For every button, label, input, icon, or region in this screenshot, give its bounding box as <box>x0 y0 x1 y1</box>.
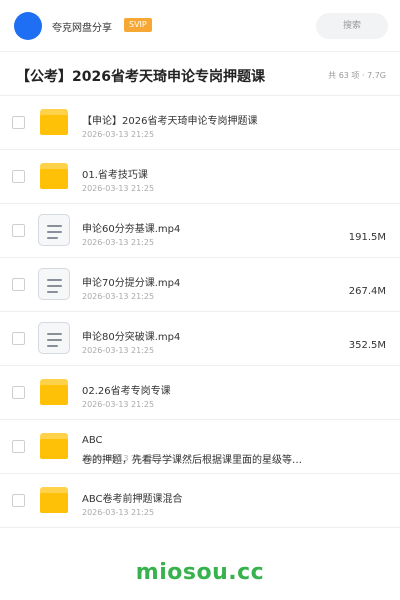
select-checkbox[interactable] <box>12 386 25 399</box>
item-date: 2026-03-13 21:25 <box>82 184 155 193</box>
item-name: 01.省考技巧课 <box>82 170 148 181</box>
select-checkbox[interactable] <box>12 332 25 345</box>
item-size: 352.5M <box>348 340 386 351</box>
list-item[interactable]: ABC 2026-03-13 21:25 卷的押题，先看导学课然后根据课里面的星… <box>0 420 400 474</box>
item-date: 2026-03-13 21:25 <box>82 508 155 517</box>
document-icon <box>38 322 70 354</box>
document-icon <box>38 214 70 246</box>
select-checkbox[interactable] <box>12 494 25 507</box>
item-name: 02.26省考专岗专课 <box>82 386 171 397</box>
select-checkbox[interactable] <box>12 224 25 237</box>
list-item[interactable]: 申论80分突破课.mp4 2026-03-13 21:25 352.5M <box>0 312 400 366</box>
item-name-continued: 卷的押题，先看导学课然后根据课里面的星级等… <box>82 455 302 466</box>
watermark: miosou.cc <box>135 560 265 585</box>
avatar[interactable] <box>14 12 42 40</box>
folder-header: 【公考】2026省考天琦申论专岗押题课 共 63 项 · 7.7G <box>0 56 400 96</box>
list-item[interactable]: 申论60分夯基课.mp4 2026-03-13 21:25 191.5M <box>0 204 400 258</box>
item-size: 267.4M <box>348 286 386 297</box>
folder-meta: 共 63 项 · 7.7G <box>328 71 386 80</box>
file-list: 【申论】2026省考天琦申论专岗押题课 2026-03-13 21:25 01.… <box>0 96 400 528</box>
folder-icon <box>38 485 70 515</box>
select-checkbox[interactable] <box>12 278 25 291</box>
item-name: ABC卷考前押题课混合 <box>82 494 183 505</box>
select-checkbox[interactable] <box>12 116 25 129</box>
page-title: 【公考】2026省考天琦申论专岗押题课 <box>16 69 265 85</box>
item-date: 2026-03-13 21:25 <box>82 346 155 355</box>
item-date: 2026-03-13 21:25 <box>82 130 155 139</box>
list-item[interactable]: 【申论】2026省考天琦申论专岗押题课 2026-03-13 21:25 <box>0 96 400 150</box>
search-input[interactable]: 搜索 <box>316 13 388 39</box>
item-name: 申论70分提分课.mp4 <box>82 278 181 289</box>
document-icon <box>38 268 70 300</box>
list-item[interactable]: 01.省考技巧课 2026-03-13 21:25 <box>0 150 400 204</box>
folder-icon <box>38 377 70 407</box>
item-size: 191.5M <box>348 232 386 243</box>
item-name: 申论80分突破课.mp4 <box>82 332 181 343</box>
list-item[interactable]: 02.26省考专岗专课 2026-03-13 21:25 <box>0 366 400 420</box>
item-name: ABC <box>82 435 103 446</box>
select-checkbox[interactable] <box>12 170 25 183</box>
select-checkbox[interactable] <box>12 440 25 453</box>
svip-badge: SVIP <box>124 18 152 32</box>
item-date: 2026-03-13 21:25 <box>82 292 155 301</box>
folder-icon <box>38 107 70 137</box>
item-date: 2026-03-13 21:25 <box>82 238 155 247</box>
item-date: 2026-03-13 21:25 <box>82 400 155 409</box>
folder-icon <box>38 431 70 461</box>
list-item[interactable]: ABC卷考前押题课混合 2026-03-13 21:25 <box>0 474 400 528</box>
item-name: 【申论】2026省考天琦申论专岗押题课 <box>82 116 258 127</box>
app-name: 夸克网盘分享 <box>52 23 112 34</box>
folder-icon <box>38 161 70 191</box>
list-item[interactable]: 申论70分提分课.mp4 2026-03-13 21:25 267.4M <box>0 258 400 312</box>
top-bar: 夸克网盘分享 SVIP 搜索 <box>0 0 400 52</box>
item-name: 申论60分夯基课.mp4 <box>82 224 181 235</box>
